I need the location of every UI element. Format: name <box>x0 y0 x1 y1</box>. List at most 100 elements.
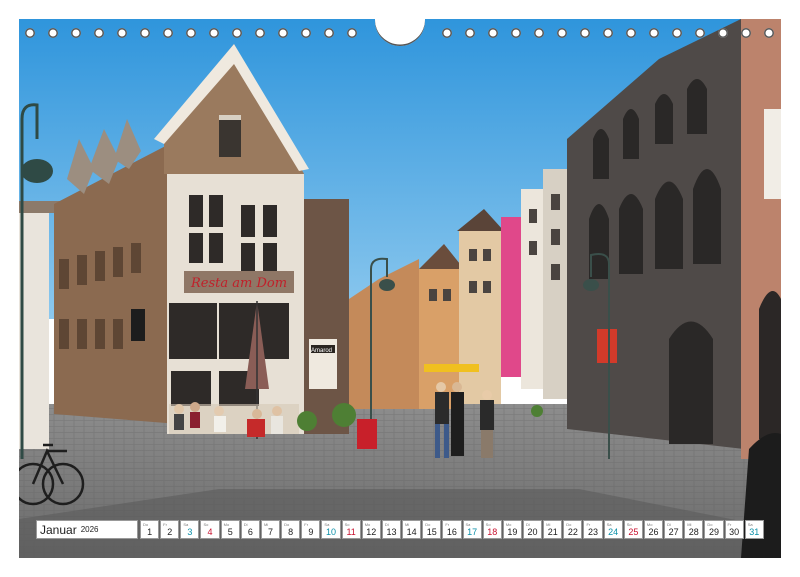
day-number: 30 <box>729 527 740 537</box>
day-cell: Mi 28 <box>684 520 704 539</box>
binding-hole <box>764 28 774 38</box>
binding-hole <box>278 28 288 38</box>
day-number: 14 <box>406 527 417 537</box>
day-number: 17 <box>467 527 478 537</box>
binding-hole <box>140 28 150 38</box>
day-number: 25 <box>628 527 639 537</box>
binding-hole <box>301 28 311 38</box>
day-cell: Fr 30 <box>724 520 744 539</box>
binding-hole <box>626 28 636 38</box>
day-cell: Fr 16 <box>442 520 462 539</box>
day-number: 13 <box>386 527 397 537</box>
binding-hole <box>442 28 452 38</box>
day-cell: Sa 31 <box>744 520 764 539</box>
day-number: 7 <box>268 527 274 537</box>
day-number: 6 <box>247 527 253 537</box>
day-number: 12 <box>366 527 377 537</box>
day-cell: So 18 <box>482 520 502 539</box>
binding-hole <box>186 28 196 38</box>
day-number: 24 <box>608 527 619 537</box>
day-cell: Di 20 <box>522 520 543 539</box>
day-number: 15 <box>426 527 437 537</box>
binding-hole <box>117 28 127 38</box>
binding-hole <box>672 28 682 38</box>
day-number: 23 <box>588 527 599 537</box>
day-number: 31 <box>749 527 760 537</box>
day-number: 5 <box>227 527 233 537</box>
day-number: 27 <box>668 527 679 537</box>
day-cell: Do 8 <box>281 520 301 539</box>
day-cell: Di 13 <box>381 520 402 539</box>
day-number: 21 <box>547 527 558 537</box>
day-number: 8 <box>288 527 294 537</box>
day-cell: Fr 2 <box>160 520 180 539</box>
day-number: 18 <box>487 527 498 537</box>
binding-hole <box>324 28 334 38</box>
day-number: 11 <box>346 527 356 537</box>
month-name: Januar <box>40 522 77 537</box>
binding-hole <box>255 28 265 38</box>
day-number: 29 <box>708 527 719 537</box>
day-number: 10 <box>325 527 336 537</box>
day-cell: Sa 10 <box>321 520 341 539</box>
day-number: 9 <box>308 527 314 537</box>
binding-hole <box>347 28 357 38</box>
day-cell: Di 6 <box>240 520 260 539</box>
day-cell: Mo 26 <box>643 520 664 539</box>
restaurant-sign: Resta am Dom <box>190 276 287 291</box>
day-cell: Fr 9 <box>301 520 321 539</box>
day-cell: Sa 3 <box>180 520 200 539</box>
binding-hole <box>695 28 705 38</box>
day-cell: Mi 14 <box>402 520 422 539</box>
day-cell: Fr 23 <box>583 520 603 539</box>
binding-hole <box>557 28 567 38</box>
day-cell: Sa 17 <box>462 520 482 539</box>
day-number: 2 <box>167 527 173 537</box>
day-cell: So 4 <box>200 520 220 539</box>
day-number: 28 <box>688 527 699 537</box>
binding-hole <box>163 28 173 38</box>
binding-hole <box>741 28 751 38</box>
binding-hole <box>580 28 590 38</box>
day-number: 20 <box>527 527 538 537</box>
binding-hole <box>488 28 498 38</box>
calendar-page: Resta am Dom Amarod Januar 2026 Do 1 Fr … <box>0 0 800 577</box>
binding-hole <box>232 28 242 38</box>
day-number: 22 <box>567 527 578 537</box>
day-cell: Sa 24 <box>603 520 623 539</box>
cafe-guests <box>169 402 299 437</box>
binding-hole <box>209 28 219 38</box>
binding-hole <box>603 28 613 38</box>
day-cell: Mo 19 <box>502 520 522 539</box>
day-cell: Mi 21 <box>543 520 563 539</box>
binding-hole <box>649 28 659 38</box>
day-cell: Do 15 <box>422 520 442 539</box>
month-year: 2026 <box>80 525 99 534</box>
day-cell: Do 1 <box>140 520 160 539</box>
day-number: 3 <box>187 527 193 537</box>
day-number: 4 <box>207 527 213 537</box>
day-number: 1 <box>147 527 153 537</box>
binding-hole <box>25 28 35 38</box>
day-cell: Mi 7 <box>260 520 281 539</box>
day-number: 19 <box>507 527 518 537</box>
day-number: 26 <box>648 527 659 537</box>
day-cell: Mo 5 <box>220 520 240 539</box>
mid-dark-building <box>304 199 349 434</box>
day-cell: So 11 <box>341 520 361 539</box>
binding-hole <box>465 28 475 38</box>
binding-hole <box>48 28 58 38</box>
binding-hole <box>71 28 81 38</box>
day-cell: Di 27 <box>664 520 684 539</box>
shop-sign: Amarod <box>311 348 332 354</box>
binding-hole <box>718 28 728 38</box>
binding-hole <box>94 28 104 38</box>
day-number: 16 <box>446 527 457 537</box>
day-cell: Mo 12 <box>361 520 381 539</box>
calendar-day-strip: Januar 2026 Do 1 Fr 2 Sa 3 So 4 Mo 5 Di 6 Mi 7 Do 8 Fr 9 S… <box>36 520 764 539</box>
day-cell: Do 29 <box>704 520 724 539</box>
month-label: Januar 2026 <box>36 520 138 539</box>
binding-hole <box>534 28 544 38</box>
photo-aachen-square: Resta am Dom Amarod <box>19 19 781 558</box>
day-cell: Do 22 <box>563 520 583 539</box>
